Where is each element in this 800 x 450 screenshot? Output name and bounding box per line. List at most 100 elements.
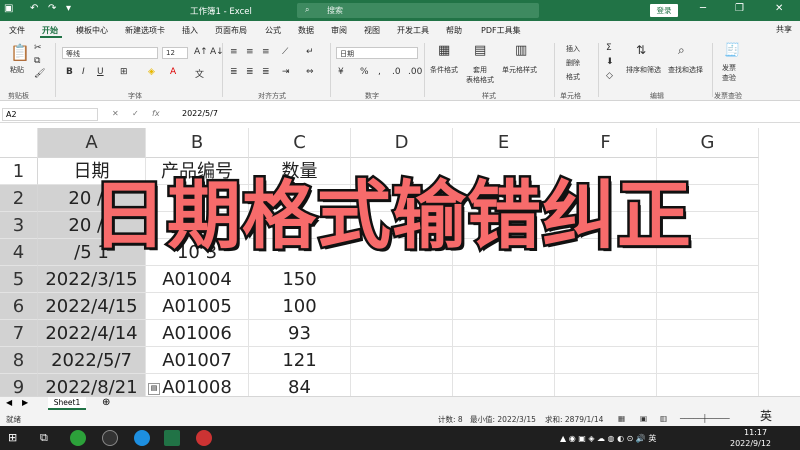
italic-icon[interactable]: I xyxy=(82,67,85,77)
task-view-icon[interactable]: ⧉ xyxy=(40,431,48,445)
cell-b[interactable]: A01007 xyxy=(146,347,249,374)
merge-center-icon[interactable]: ⇔ xyxy=(306,67,314,77)
cell-c[interactable]: 121 xyxy=(249,347,351,374)
wrap-text-icon[interactable]: ↵ xyxy=(306,47,314,57)
cell-b[interactable]: A01006 xyxy=(146,320,249,347)
sheet-tab-sheet1[interactable]: Sheet1 xyxy=(48,397,86,410)
find-select-button[interactable]: 查找和选择 xyxy=(668,65,703,75)
align-bottom-icon[interactable]: ≡ xyxy=(262,47,270,57)
indent-icon[interactable]: ⇥ xyxy=(282,67,290,77)
name-box[interactable]: A2 xyxy=(2,108,98,121)
cell-a[interactable]: 2022/5/7 xyxy=(38,347,146,374)
row-header[interactable]: 9 xyxy=(0,374,38,396)
confirm-entry-icon[interactable]: ✓ xyxy=(132,109,139,118)
font-size-select[interactable]: 12 xyxy=(162,47,188,59)
zoom-slider[interactable]: ─────┼───── xyxy=(680,414,730,423)
font-name-select[interactable]: 等线 xyxy=(62,47,158,59)
cell-a[interactable]: 2022/8/21 xyxy=(38,374,146,396)
file-explorer-icon[interactable] xyxy=(102,430,118,446)
find-select-icon[interactable]: ⌕ xyxy=(678,43,685,58)
page-layout-view-icon[interactable]: ▣ xyxy=(640,414,647,423)
close-icon[interactable]: ✕ xyxy=(775,3,783,14)
ime-language-indicator[interactable]: 英 xyxy=(760,407,772,424)
cell-d[interactable] xyxy=(351,347,453,374)
autosum-icon[interactable]: Σ xyxy=(606,43,612,53)
browser-icon[interactable] xyxy=(70,430,86,446)
increase-font-icon[interactable]: A↑ xyxy=(194,47,208,57)
cell-f[interactable] xyxy=(555,293,657,320)
cell-e[interactable] xyxy=(453,320,555,347)
customize-qat-icon[interactable]: ▾ xyxy=(66,3,71,14)
font-color-icon[interactable]: A xyxy=(170,67,176,77)
cell-c[interactable]: 100 xyxy=(249,293,351,320)
tab-home[interactable]: 开始 xyxy=(42,25,58,36)
tab-data[interactable]: 数据 xyxy=(298,25,314,36)
comma-icon[interactable]: , xyxy=(378,67,381,77)
cell-styles-icon[interactable]: ▥ xyxy=(515,43,527,58)
tab-pdf-tools[interactable]: PDF工具集 xyxy=(481,25,521,36)
minimize-icon[interactable]: ─ xyxy=(700,3,706,14)
row-header[interactable]: 8 xyxy=(0,347,38,374)
format-cells-button[interactable]: 格式 xyxy=(566,72,580,82)
insert-function-icon[interactable]: fx xyxy=(152,109,160,118)
paste-button[interactable]: 粘贴 xyxy=(10,65,24,75)
cell-g[interactable] xyxy=(657,347,759,374)
cell-f[interactable] xyxy=(555,266,657,293)
format-painter-icon[interactable]: 🖌 xyxy=(34,69,45,79)
cell-b[interactable]: A01005 xyxy=(146,293,249,320)
tab-review[interactable]: 审阅 xyxy=(331,25,347,36)
cancel-entry-icon[interactable]: ✕ xyxy=(112,109,119,118)
percent-icon[interactable]: % xyxy=(360,67,369,77)
tab-help[interactable]: 帮助 xyxy=(446,25,462,36)
tab-new-tab[interactable]: 新建选项卡 xyxy=(125,25,165,36)
cell-d[interactable] xyxy=(351,320,453,347)
bold-icon[interactable]: B xyxy=(66,67,73,77)
align-left-icon[interactable]: ≣ xyxy=(230,67,238,77)
undo-icon[interactable]: ↶ xyxy=(30,3,38,14)
fill-icon[interactable]: ⬇ xyxy=(606,57,614,67)
cell-f[interactable] xyxy=(555,374,657,396)
cell-c[interactable]: 150 xyxy=(249,266,351,293)
clear-icon[interactable]: ◇ xyxy=(606,71,613,81)
cell-a[interactable]: 2022/4/15 xyxy=(38,293,146,320)
phonetic-icon[interactable]: 文 xyxy=(195,67,204,80)
cell-a[interactable]: 2022/4/14 xyxy=(38,320,146,347)
tab-template-center[interactable]: 模板中心 xyxy=(76,25,108,36)
cell-c[interactable]: 93 xyxy=(249,320,351,347)
increase-decimal-icon[interactable]: .0 xyxy=(392,67,401,77)
decrease-decimal-icon[interactable]: .00 xyxy=(408,67,422,77)
tab-view[interactable]: 视图 xyxy=(364,25,380,36)
share-button[interactable]: 共享 xyxy=(776,24,792,35)
column-header-b[interactable]: B xyxy=(146,128,249,158)
cell-e[interactable] xyxy=(453,266,555,293)
cut-icon[interactable]: ✂ xyxy=(34,43,42,53)
cell-d[interactable] xyxy=(351,293,453,320)
cell-a[interactable]: 2022/3/15 xyxy=(38,266,146,293)
next-sheet-icon[interactable]: ▶ xyxy=(22,398,28,407)
cell-d[interactable] xyxy=(351,266,453,293)
column-header-a[interactable]: A xyxy=(38,128,146,158)
border-icon[interactable]: ⊞ xyxy=(120,67,128,77)
select-all-corner[interactable] xyxy=(0,128,38,158)
cell-g[interactable] xyxy=(657,374,759,396)
column-header-f[interactable]: F xyxy=(555,128,657,158)
cell-f[interactable] xyxy=(555,347,657,374)
column-header-d[interactable]: D xyxy=(351,128,453,158)
align-top-icon[interactable]: ≡ xyxy=(230,47,238,57)
copy-icon[interactable]: ⧉ xyxy=(34,56,40,66)
cell-g[interactable] xyxy=(657,293,759,320)
cell-g[interactable] xyxy=(657,266,759,293)
row-header[interactable]: 7 xyxy=(0,320,38,347)
align-center-icon[interactable]: ≣ xyxy=(246,67,254,77)
cell-e[interactable] xyxy=(453,347,555,374)
tab-developer[interactable]: 开发工具 xyxy=(397,25,429,36)
cell-c[interactable]: 84 xyxy=(249,374,351,396)
conditional-format-icon[interactable]: ▦ xyxy=(438,43,450,58)
sort-filter-icon[interactable]: ⇅ xyxy=(636,43,646,57)
tab-page-layout[interactable]: 页面布局 xyxy=(215,25,247,36)
fill-color-icon[interactable]: ◈ xyxy=(148,67,155,77)
invoice-check-button[interactable]: 发票 查验 xyxy=(722,63,736,83)
orientation-icon[interactable]: ⟋ xyxy=(282,47,288,57)
number-format-select[interactable]: 日期 xyxy=(336,47,418,59)
cell-e[interactable] xyxy=(453,374,555,396)
